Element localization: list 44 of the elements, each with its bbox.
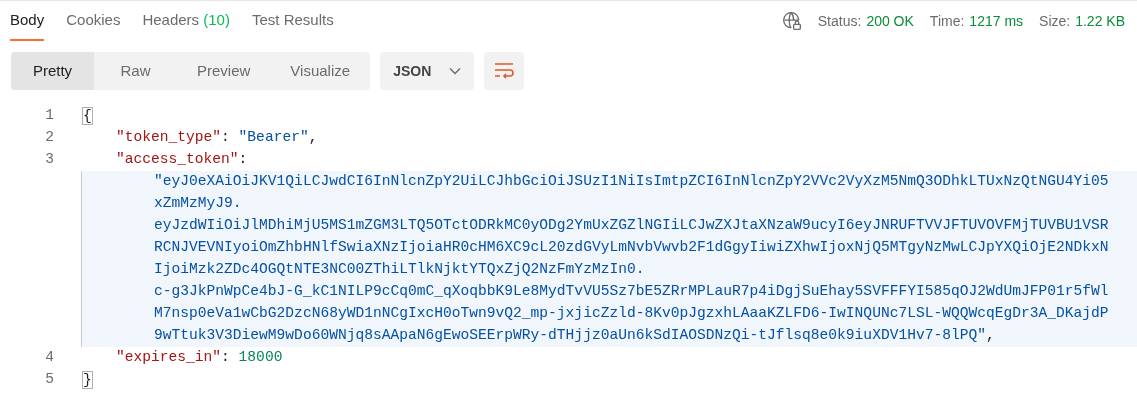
json-key: "expires_in": [116, 347, 222, 369]
line-number: 2: [44, 128, 55, 148]
globe-lock-icon[interactable]: [781, 11, 802, 31]
json-value: M7nsp0eVa1wCbG2DzcN68yWD1nNCgIxcH0oTwn9vQ2_mp-jxjicZzld-8Kv0pJgzxhLAaaKZLFD6-IwINQUNc7LSL-WQQWcqEgDr3A_DKajdP: [154, 304, 1109, 324]
status-value: 200 OK: [866, 11, 914, 31]
punctuation: :: [221, 128, 231, 148]
brace: }: [82, 371, 93, 389]
punctuation: :: [221, 348, 231, 368]
punctuation: :: [238, 150, 248, 170]
status-value: 1.22 KB: [1075, 11, 1125, 31]
brace: {: [82, 107, 93, 125]
response-tab[interactable]: Test Results: [251, 1, 334, 41]
status-label: Status:: [817, 11, 862, 31]
line-number: 3: [44, 150, 55, 169]
chevron-down-icon: [449, 67, 462, 75]
wrap-lines-icon: [493, 62, 516, 80]
status-label: Time:: [929, 11, 965, 31]
view-mode-tab[interactable]: Raw: [94, 52, 177, 90]
status-value: 1217 ms: [969, 11, 1024, 31]
json-value: "eyJ0eXAiOiJKV1QiLCJwdCI6InNlcnZpY2UiLCJhbGciOiJSUzI1NiIsImtpZCI6InNlcnZpY2VVc2VyXzM5NmQ3ODhkLTUxNzQtNGU4Yi05: [154, 172, 1109, 192]
view-mode-tab[interactable]: Pretty: [11, 52, 94, 90]
line-number: 1: [44, 106, 55, 126]
json-value: RCNJVEVNIyoiOmZhbHNlfSwiaXNzIjoiaHR0cHM6XC9cL20zdGVyLmNvbVwvb2F1dGgyIiwiZXhwIjoxNjQ5MTgyNzMwLCJpYXQiOjE2NDkxN: [154, 238, 1109, 258]
punctuation: ,: [986, 326, 995, 346]
json-value: xZmMzMyJ9.: [154, 194, 242, 214]
json-value: 9wTtuk3V3DiewM9wDo60WNjq8sAApaN6gEwoSEErpWRy-dTHjjz0aUn6kSdIAOSDNzQi-tJflsq8e0k9iuXDV1Hv7-8lPQ": [154, 326, 986, 346]
line-number: 4: [44, 348, 55, 368]
response-tab[interactable]: Cookies: [66, 1, 121, 41]
response-tab[interactable]: Body: [10, 1, 45, 41]
json-key: "token_type": [116, 127, 222, 149]
view-mode-tab[interactable]: Visualize: [270, 52, 371, 90]
wrap-lines-button[interactable]: [484, 52, 525, 90]
status-label: Size:: [1039, 11, 1071, 31]
json-value: eyJzdWIiOiJlMDhiMjU5MS1mZGM3LTQ5OTctODRkMC0yODg2YmUxZGZlNGIiLCJwZXJtaXNzaW9ucyI6eyJNRUFTVVJFTUVOVFMjTUVBU1VSR: [154, 216, 1109, 236]
line-number: 5: [44, 370, 55, 390]
format-dropdown[interactable]: JSON: [380, 52, 475, 90]
json-key: "access_token": [116, 149, 239, 171]
json-value: c-g3JkPnWpCe4bJ-G_kC1NILP9cCq0mC_qXoqbbK9Le8MydTvVU5Sz7bE5ZRrMPLauR7p4iDgjSuEhay5SVFFFYI585qOJ2WdUmJFP01r5fWl: [154, 282, 1109, 302]
json-value: 18000: [238, 348, 283, 368]
punctuation: ,: [308, 128, 318, 148]
json-value: IjoiMzk2ZDc4OGQtNTE3NC00ZThiLTlkNjktYTQxZjQ2NzFmYzMzIn0.: [154, 260, 645, 280]
response-tab[interactable]: Headers (10): [142, 1, 230, 41]
view-mode-tab[interactable]: Preview: [177, 52, 271, 90]
json-value: "Bearer": [238, 128, 309, 148]
